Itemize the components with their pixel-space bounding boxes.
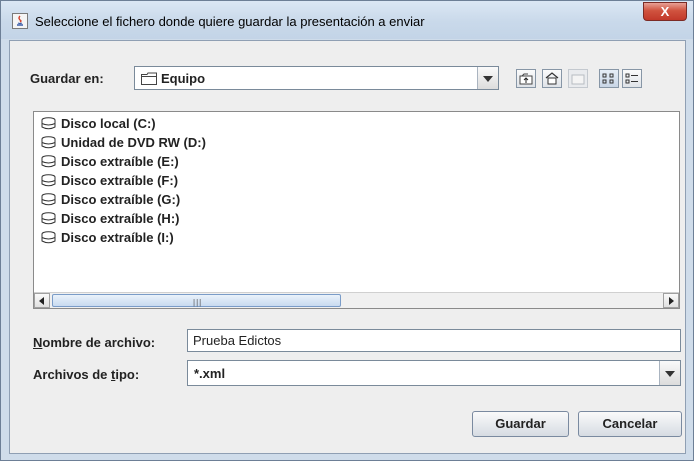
list-item-label: Disco local (C:): [61, 116, 156, 131]
home-icon: [545, 72, 559, 85]
scroll-left-button[interactable]: [34, 293, 50, 308]
chevron-right-icon: [669, 297, 674, 305]
chevron-down-icon[interactable]: [659, 361, 680, 385]
filetype-combobox[interactable]: *.xml: [187, 360, 681, 386]
filetype-value: *.xml: [194, 366, 226, 381]
filetype-label: Archivos de tipo:: [33, 367, 139, 382]
list-item-label: Disco extraíble (F:): [61, 173, 179, 188]
dialog-content: Guardar en: Equipo Disco local (C:) Unid…: [9, 40, 686, 454]
close-button[interactable]: X: [643, 2, 687, 21]
new-folder-button[interactable]: [568, 69, 588, 88]
window-title: Seleccione el fichero donde quiere guard…: [35, 14, 425, 29]
drive-icon: [41, 174, 56, 187]
details-view-icon: [625, 73, 638, 84]
list-item-label: Disco extraíble (H:): [61, 211, 180, 226]
list-item-label: Disco extraíble (E:): [61, 154, 179, 169]
horizontal-scrollbar[interactable]: |||: [34, 292, 679, 308]
save-button[interactable]: Guardar: [472, 411, 569, 437]
drive-icon: [41, 136, 56, 149]
filetype-label-after: ipo:: [115, 367, 140, 382]
filetype-label-before: Archivos de: [33, 367, 112, 382]
file-list[interactable]: Disco local (C:) Unidad de DVD RW (D:) Dis…: [33, 111, 680, 309]
filename-label: Nombre de archivo:: [33, 335, 155, 350]
list-view-icon: [602, 73, 614, 84]
java-app-icon: [12, 13, 28, 29]
drive-icon: [41, 231, 56, 244]
up-one-level-button[interactable]: [516, 69, 536, 88]
title-bar[interactable]: Seleccione el fichero donde quiere guard…: [1, 1, 693, 39]
close-icon: X: [660, 4, 670, 19]
look-in-value: Equipo: [161, 71, 206, 86]
new-folder-icon: [571, 74, 585, 85]
chevron-left-icon: [39, 297, 44, 305]
drive-icon: [41, 212, 56, 225]
drive-icon: [41, 117, 56, 130]
chevron-down-icon[interactable]: [477, 67, 498, 89]
scrollbar-thumb[interactable]: |||: [52, 294, 341, 307]
cancel-button[interactable]: Cancelar: [578, 411, 682, 437]
filename-mnemonic: N: [33, 335, 43, 350]
look-in-combobox[interactable]: Equipo: [134, 66, 499, 90]
folder-icon: [141, 72, 157, 90]
up-one-level-icon: [519, 73, 533, 85]
list-item-label: Disco extraíble (I:): [61, 230, 174, 245]
list-view-button[interactable]: [599, 69, 619, 88]
filename-input[interactable]: [188, 330, 680, 351]
scroll-right-button[interactable]: [663, 293, 679, 308]
drive-icon: [41, 193, 56, 206]
list-item-label: Disco extraíble (G:): [61, 192, 181, 207]
save-dialog-window: Seleccione el fichero donde quiere guard…: [0, 0, 694, 461]
look-in-label: Guardar en:: [30, 71, 104, 86]
filename-field[interactable]: [187, 329, 681, 352]
drive-icon: [41, 155, 56, 168]
list-item-label: Unidad de DVD RW (D:): [61, 135, 206, 150]
home-button[interactable]: [542, 69, 562, 88]
details-view-button[interactable]: [622, 69, 642, 88]
filename-label-text: ombre de archivo:: [42, 335, 156, 350]
grip-icon: |||: [193, 298, 203, 307]
